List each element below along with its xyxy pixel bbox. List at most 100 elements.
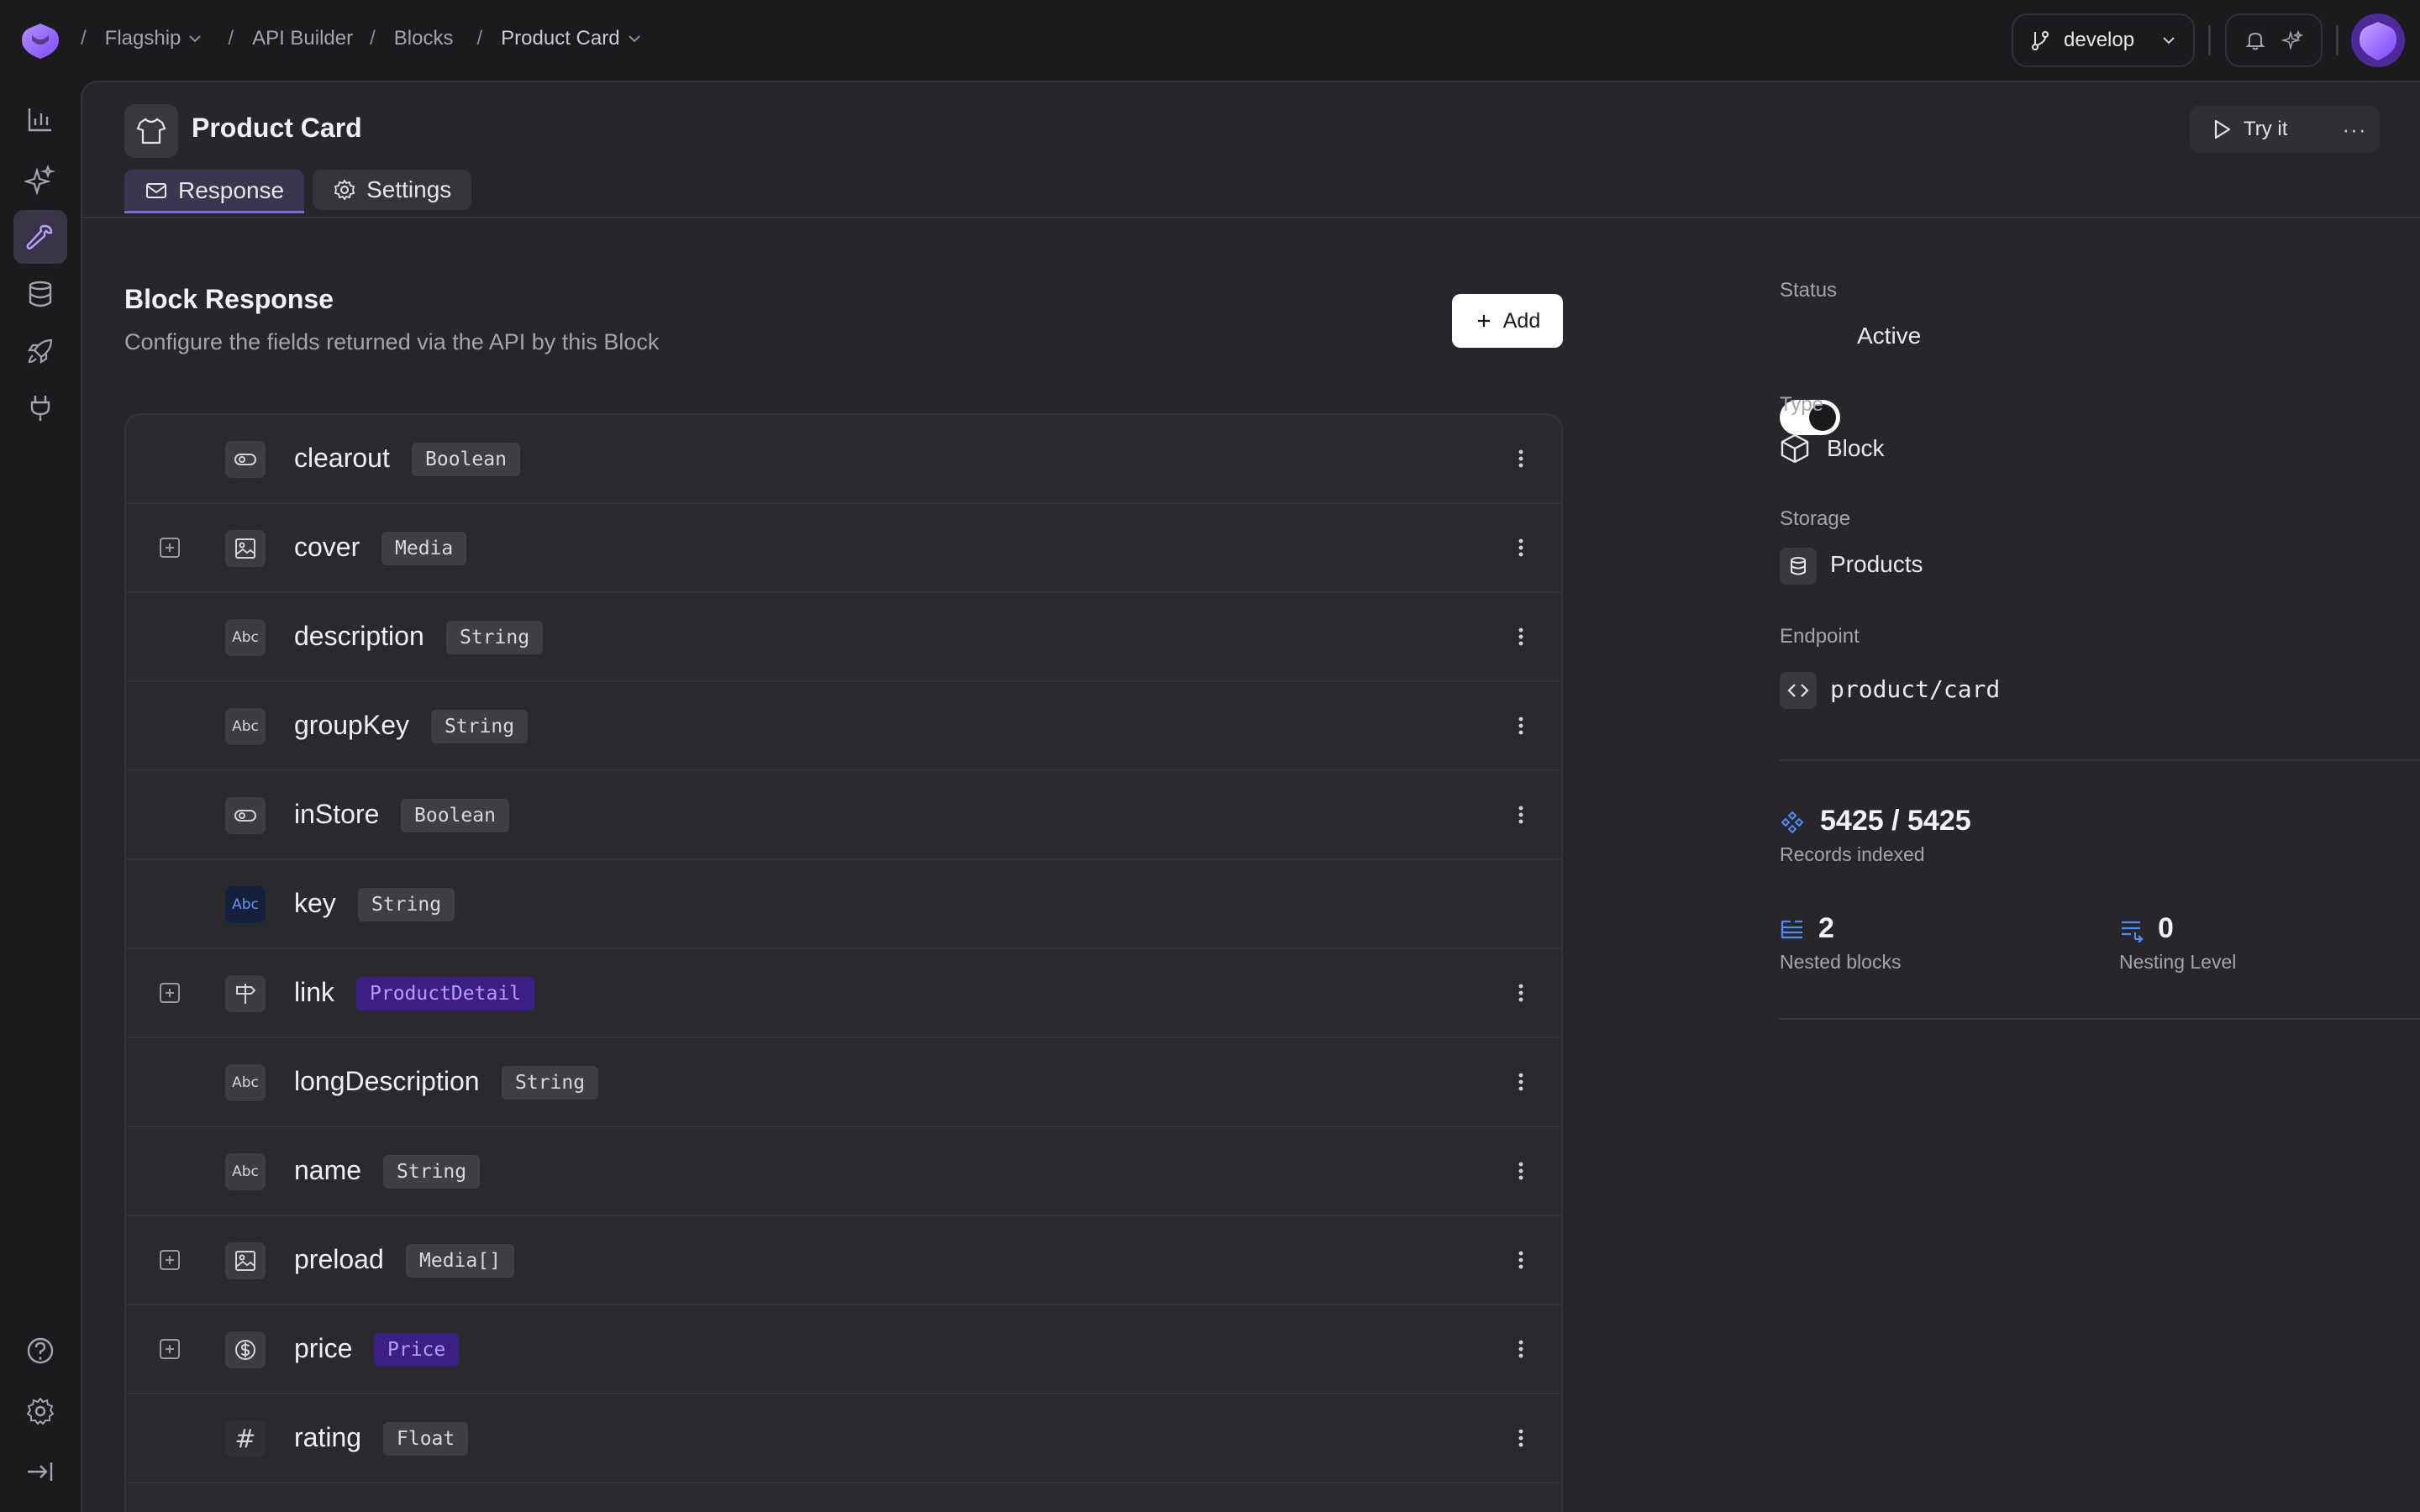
expand-plus-icon[interactable] [158,1248,182,1272]
tab-settings[interactable]: Settings [313,170,472,210]
field-name: name [294,1155,362,1185]
nav-analytics[interactable] [13,92,67,146]
branch-selector[interactable]: develop [2012,13,2195,67]
records-label: Records indexed [1780,843,1925,865]
app-logo-icon[interactable] [18,18,62,62]
sparkle-icon[interactable] [2281,29,2303,51]
header-divider [82,217,2420,218]
breadcrumb-product-card[interactable]: Product Card [501,27,643,50]
field-row-groupkey[interactable]: Abc groupKey String [126,682,1561,771]
code-icon [1780,672,1817,709]
field-row-preload[interactable]: preload Media[] [126,1216,1561,1305]
field-row-instore[interactable]: inStore Boolean [126,771,1561,860]
left-rail [0,81,81,1512]
nav-deploy[interactable] [13,324,67,378]
database-icon [29,281,52,307]
nav-integrations[interactable] [13,381,67,435]
field-type-badge: String [446,621,544,654]
nav-settings[interactable] [13,1384,67,1438]
field-type-badge: Float [383,1422,469,1456]
field-type-badge[interactable]: ProductDetail [356,977,535,1011]
endpoint-value[interactable]: product/card [1830,675,2000,703]
nested-blocks-label: Nested blocks [1780,951,1902,973]
info-divider [1780,759,2420,761]
breadcrumb-blocks[interactable]: Blocks [394,27,454,50]
field-type-badge: Media [381,532,467,565]
abc-icon: Abc [225,1064,266,1101]
gear-icon [334,179,355,201]
kebab-menu-icon[interactable] [1504,709,1538,743]
kebab-menu-icon[interactable] [1504,442,1538,475]
nav-collapse[interactable] [13,1445,67,1499]
chevron-down-icon [628,35,640,43]
type-value: Block [1827,435,1885,461]
bell-icon[interactable] [2244,29,2266,51]
try-it-button[interactable]: Try it [2190,118,2329,141]
nesting-level-icon [2122,921,2144,942]
branch-label: develop [2064,29,2135,51]
hash-icon: # [225,1420,266,1457]
toggle-icon [225,441,266,478]
kebab-menu-icon[interactable] [1504,1154,1538,1188]
chevron-down-icon [2163,37,2175,45]
field-type-badge: Boolean [401,799,509,832]
notification-group [2225,13,2323,67]
divider [2336,25,2338,55]
tab-response[interactable]: Response [124,170,305,213]
kebab-menu-icon[interactable] [1504,1421,1538,1455]
kebab-menu-icon[interactable] [1504,798,1538,832]
gear-icon [26,1397,55,1425]
storage-label: Storage [1780,507,1851,530]
kebab-menu-icon[interactable] [1504,620,1538,654]
breadcrumb-flagship[interactable]: Flagship [105,27,205,50]
nav-help[interactable] [13,1324,67,1378]
kebab-menu-icon[interactable] [1504,1243,1538,1277]
more-options-button[interactable]: ··· [2329,117,2380,143]
kebab-menu-icon[interactable] [1504,531,1538,564]
mail-icon [146,182,166,198]
add-field-button[interactable]: Add [1452,294,1563,348]
field-row-name[interactable]: Abc name String [126,1127,1561,1216]
avatar[interactable] [2351,13,2405,67]
field-type-badge: Media[] [406,1244,514,1278]
kebab-menu-icon[interactable] [1504,1065,1538,1099]
collapse-icon [28,1462,53,1481]
field-list: clearout Boolean cover Media Abc description S… [124,413,1563,1512]
field-row-clearout[interactable]: clearout Boolean [126,415,1561,504]
kebab-menu-icon[interactable] [1504,976,1538,1010]
field-name: inStore [294,799,380,829]
field-name: rating [294,1422,362,1452]
field-type-badge[interactable]: Price [374,1333,460,1367]
field-name: preload [294,1244,384,1274]
shirt-icon [136,118,166,144]
nav-database[interactable] [13,267,67,321]
signpost-icon [225,975,266,1012]
field-row-cover[interactable]: cover Media [126,504,1561,593]
field-row-longdescription[interactable]: Abc longDescription String [126,1038,1561,1127]
field-row-link[interactable]: link ProductDetail [126,949,1561,1038]
kebab-menu-icon[interactable] [1504,1332,1538,1366]
sparkles-icon [24,164,56,196]
database-icon [1780,548,1817,585]
field-name: cover [294,532,360,562]
field-row-price[interactable]: price Price [126,1305,1561,1394]
field-name: description [294,621,424,651]
expand-plus-icon[interactable] [158,536,182,559]
tab-bar: Response Settings [124,170,472,213]
storage-value[interactable]: Products [1830,551,1923,578]
expand-plus-icon[interactable] [158,1337,182,1361]
field-row-description[interactable]: Abc description String [126,593,1561,682]
status-label: Status [1780,279,1838,302]
field-row-key[interactable]: Abc key String [126,860,1561,949]
section-title: Block Response [124,284,334,314]
field-row-rating[interactable]: # rating Float [126,1394,1561,1483]
nav-api-builder[interactable] [13,210,67,264]
dollar-icon [225,1331,266,1368]
expand-plus-icon[interactable] [158,981,182,1005]
field-name: link [294,977,335,1007]
image-icon [225,1242,266,1279]
endpoint-label: Endpoint [1780,625,1860,648]
field-type-badge: String [358,888,455,921]
breadcrumb-api-builder[interactable]: API Builder [252,27,353,50]
nav-ai[interactable] [13,153,67,207]
